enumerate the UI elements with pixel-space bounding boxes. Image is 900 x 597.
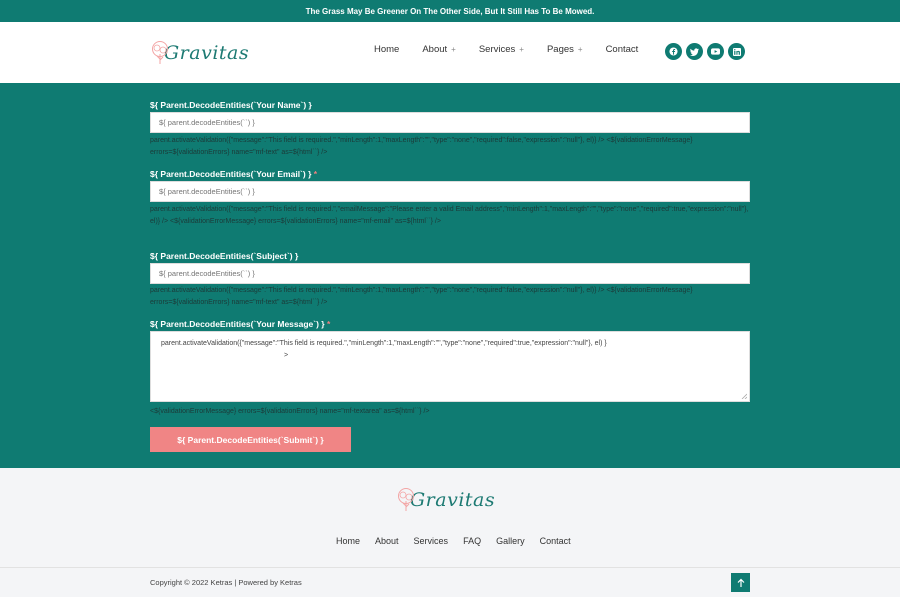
- linkedin-icon[interactable]: [728, 43, 745, 60]
- name-label-text: ${ Parent.DecodeEntities(`Your Name`) }: [150, 100, 312, 110]
- nav-item-label: Contact: [605, 44, 639, 55]
- copyright-text: Copyright © 2022 Ketras | Powered by Ket…: [150, 578, 302, 587]
- email-label: ${ Parent.DecodeEntities(`Your Email`) }…: [150, 169, 317, 179]
- subject-validation-text: parent.activateValidation({"message":"Th…: [150, 287, 693, 306]
- email-validation-text: parent.activateValidation({"message":"Th…: [150, 206, 749, 225]
- message-label-text: ${ Parent.DecodeEntities(`Your Message`)…: [150, 319, 325, 329]
- submenu-plus-icon: +: [577, 45, 583, 54]
- message-label: ${ Parent.DecodeEntities(`Your Message`)…: [150, 319, 330, 329]
- footer-logo[interactable]: Gravitas: [396, 484, 495, 516]
- footer-link-contact[interactable]: Contact: [540, 536, 571, 546]
- social-links: [665, 43, 749, 60]
- message-validation-text: <${validationErrorMessage} errors=${vali…: [150, 408, 430, 415]
- subject-input[interactable]: [150, 263, 750, 284]
- logo-tree-icon: [396, 487, 416, 513]
- footer-link-gallery[interactable]: Gallery: [496, 536, 525, 546]
- nav-item-label: Services: [478, 44, 516, 55]
- message-value-line: parent.activateValidation({"message":"Th…: [161, 340, 607, 347]
- logo-text: Gravitas: [164, 42, 250, 64]
- message-textarea[interactable]: parent.activateValidation({"message":"Th…: [150, 331, 750, 402]
- footer-divider: [0, 567, 900, 568]
- required-mark: *: [313, 169, 318, 179]
- resize-handle-icon[interactable]: [741, 393, 747, 399]
- twitter-icon[interactable]: [686, 43, 703, 60]
- footer-link-home[interactable]: Home: [336, 536, 360, 546]
- required-mark: *: [327, 319, 331, 329]
- name-label: ${ Parent.DecodeEntities(`Your Name`) }: [150, 100, 312, 110]
- nav-item-label: Pages: [546, 44, 574, 55]
- site-footer: Gravitas Home About Services FAQ Gallery…: [0, 468, 900, 597]
- subject-label-text: ${ Parent.DecodeEntities(`Subject`) }: [150, 251, 299, 261]
- name-input[interactable]: [150, 112, 750, 133]
- contact-form: ${ Parent.DecodeEntities(`Your Name`) } …: [0, 83, 900, 468]
- main-nav: Home About + Services + Pages + Contact: [374, 44, 661, 55]
- nav-item-contact[interactable]: Contact: [606, 44, 639, 55]
- nav-item-services[interactable]: Services +: [479, 44, 524, 55]
- facebook-icon[interactable]: [665, 43, 682, 60]
- nav-item-label: Home: [374, 44, 400, 55]
- scroll-to-top-button[interactable]: [731, 573, 750, 592]
- footer-link-about[interactable]: About: [375, 536, 399, 546]
- announcement-bar: The Grass May Be Greener On The Other Si…: [0, 0, 900, 22]
- nav-item-pages[interactable]: Pages +: [547, 44, 583, 55]
- email-input[interactable]: [150, 181, 750, 202]
- logo-tree-icon: [150, 40, 170, 66]
- submenu-plus-icon: +: [451, 45, 456, 54]
- footer-link-faq[interactable]: FAQ: [463, 536, 481, 546]
- nav-item-label: About: [422, 44, 448, 55]
- footer-link-services[interactable]: Services: [414, 536, 449, 546]
- arrow-up-icon: [737, 578, 744, 587]
- submit-button[interactable]: ${ Parent.DecodeEntities(`Submit`) }: [150, 427, 351, 452]
- youtube-icon[interactable]: [707, 43, 724, 60]
- site-header: Gravitas Home About + Services + Pages +…: [0, 22, 900, 83]
- name-validation-text: parent.activateValidation({"message":"Th…: [150, 137, 693, 156]
- email-label-text: ${ Parent.DecodeEntities(`Your Email`) }: [150, 169, 312, 179]
- footer-logo-text: Gravitas: [410, 489, 496, 511]
- submenu-plus-icon: +: [519, 45, 524, 54]
- site-logo[interactable]: Gravitas: [150, 38, 249, 68]
- message-value-line: >: [284, 352, 289, 359]
- nav-item-home[interactable]: Home: [374, 44, 399, 55]
- footer-nav: Home About Services FAQ Gallery Contact: [336, 536, 586, 546]
- nav-item-about[interactable]: About +: [422, 44, 456, 55]
- subject-label: ${ Parent.DecodeEntities(`Subject`) }: [150, 251, 298, 261]
- announcement-text: The Grass May Be Greener On The Other Si…: [305, 6, 595, 16]
